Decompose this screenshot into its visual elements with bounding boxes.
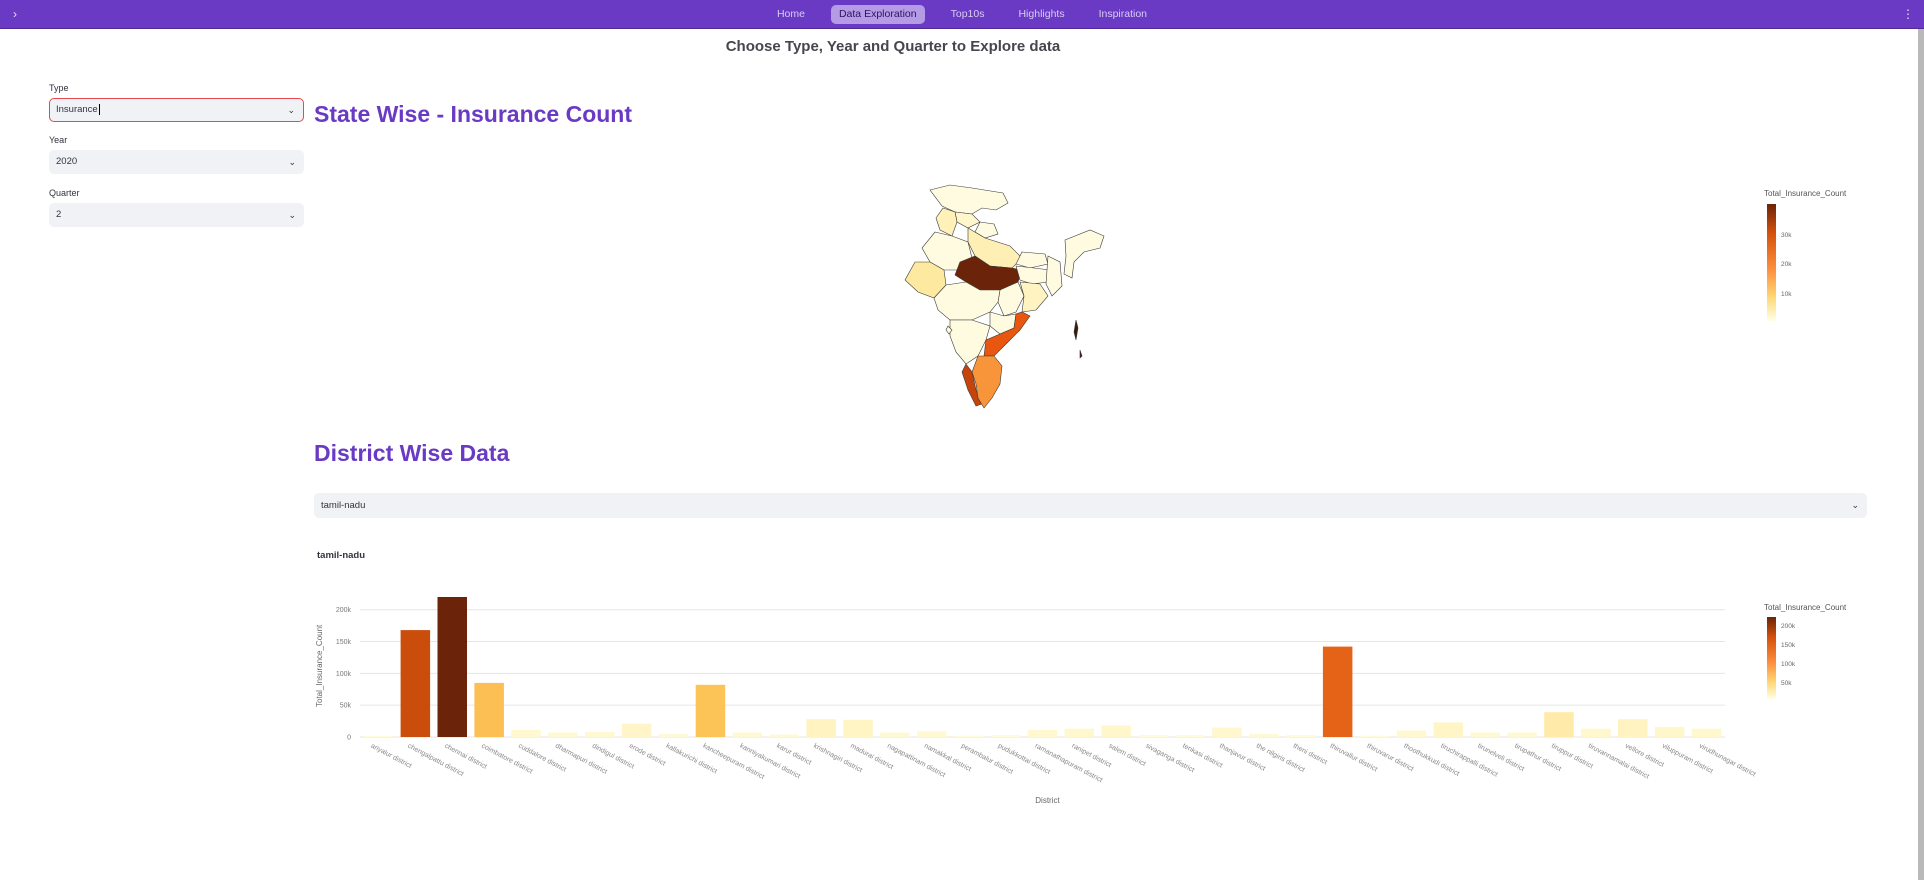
bar[interactable] — [1064, 728, 1095, 737]
bar[interactable] — [1249, 733, 1279, 737]
chart-legend-tick: 100k — [1781, 661, 1796, 668]
bar[interactable] — [1654, 726, 1685, 737]
bar[interactable] — [585, 731, 615, 737]
bar[interactable] — [1691, 728, 1722, 737]
bar[interactable] — [400, 630, 431, 737]
x-tick-label: salem district — [1107, 743, 1146, 768]
bar[interactable] — [1322, 646, 1353, 737]
bar[interactable] — [658, 733, 689, 737]
bar[interactable] — [1433, 722, 1464, 737]
bar[interactable] — [548, 732, 578, 738]
bar[interactable] — [437, 597, 468, 737]
chart-legend-tick: 200k — [1781, 623, 1796, 630]
bar[interactable] — [917, 731, 947, 737]
bar[interactable] — [732, 732, 763, 738]
bar[interactable] — [1286, 735, 1316, 737]
x-tick-label: ramanathapuram district — [1034, 743, 1104, 785]
bar[interactable] — [880, 732, 910, 738]
bar[interactable] — [363, 736, 394, 737]
y-tick-label: 100k — [336, 671, 352, 678]
district-bar-chart[interactable]: 050k100k150k200k ariyalur districtchenga… — [0, 0, 1924, 880]
bar[interactable] — [474, 682, 504, 737]
bar[interactable] — [1544, 712, 1574, 737]
bar[interactable] — [1175, 735, 1205, 737]
x-tick-label: ariyalur district — [369, 743, 412, 770]
bar[interactable] — [843, 719, 873, 737]
bar[interactable] — [1359, 735, 1390, 737]
bar[interactable] — [1507, 732, 1537, 738]
y-tick-label: 0 — [347, 735, 351, 742]
bar[interactable] — [1581, 728, 1611, 737]
bar[interactable] — [806, 719, 836, 737]
y-tick-label: 200k — [336, 607, 352, 614]
bar[interactable] — [954, 735, 984, 737]
bar[interactable] — [1470, 732, 1500, 738]
y-tick-label: 150k — [336, 639, 352, 646]
y-axis-label: Total_Insurance_Count — [315, 624, 324, 707]
chart-colorbar: Total_Insurance_Count 200k 150k 100k 50k — [1764, 603, 1847, 699]
bar[interactable] — [990, 735, 1021, 737]
bar[interactable] — [621, 723, 652, 737]
bar[interactable] — [1101, 725, 1132, 738]
x-axis-label: District — [1035, 796, 1060, 805]
x-tick-label: tiruvannamalai district — [1587, 743, 1650, 781]
y-tick-label: 50k — [340, 703, 352, 710]
bar[interactable] — [1027, 730, 1058, 737]
chart-legend-title: Total_Insurance_Count — [1764, 603, 1847, 612]
bar[interactable] — [1618, 719, 1648, 737]
chart-legend-tick: 50k — [1781, 680, 1792, 687]
bar[interactable] — [1138, 735, 1168, 737]
bar[interactable] — [695, 684, 726, 737]
bar[interactable] — [511, 730, 541, 737]
chart-legend-tick: 150k — [1781, 642, 1796, 649]
bar[interactable] — [1396, 730, 1427, 737]
x-tick-label: kanniyakumari district — [738, 743, 801, 781]
x-tick-label: kancheepuram district — [702, 743, 766, 781]
bar[interactable] — [1212, 727, 1242, 738]
bar[interactable] — [769, 734, 800, 738]
